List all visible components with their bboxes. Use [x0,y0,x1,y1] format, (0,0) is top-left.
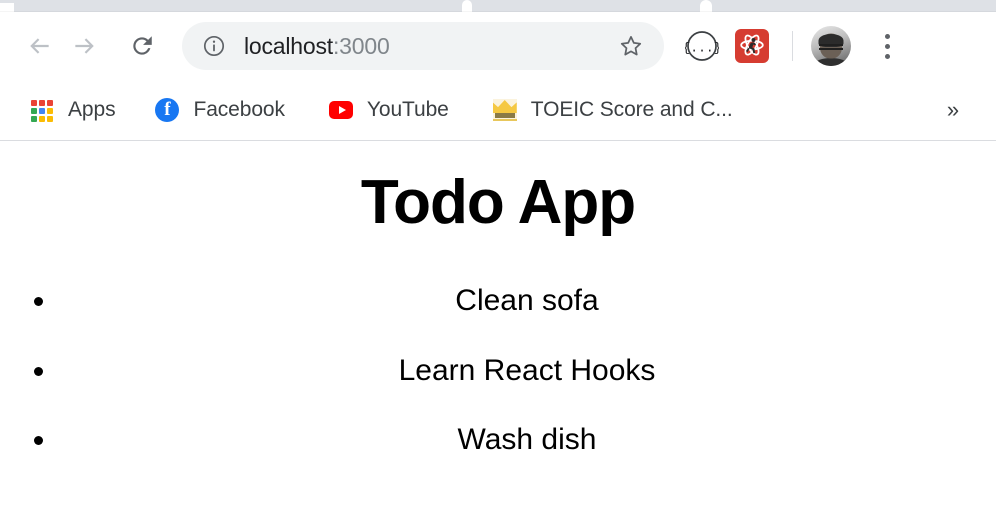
reload-icon [133,36,152,55]
list-item[interactable]: Wash dish [58,424,996,456]
bookmark-label: Apps [68,98,116,121]
forward-arrow-icon [75,38,94,54]
bookmarks-overflow-button[interactable]: » [936,93,970,127]
browser-toolbar: localhost:3000 {...} [0,12,996,80]
menu-dot [884,43,890,49]
avatar[interactable] [811,26,851,66]
url-host: localhost [244,32,333,59]
address-bar[interactable]: localhost:3000 [182,22,664,70]
bookmark-facebook[interactable]: Facebook [147,92,292,128]
bookmark-apps[interactable]: Apps [22,92,123,128]
bookmark-youtube[interactable]: YouTube [321,92,457,128]
bookmark-label: Facebook [193,98,285,121]
forward-button[interactable] [62,24,106,68]
toolbar-divider [792,31,793,61]
back-button[interactable] [18,24,62,68]
bookmark-label: YouTube [366,98,449,121]
json-viewer-icon: {...} [685,31,719,61]
menu-dot [884,33,890,39]
tab-strip [0,0,996,12]
back-arrow-icon [30,38,49,54]
bookmarks-bar: Apps Facebook YouTube TOEIC Score and C.… [0,80,996,140]
react-logo-icon [735,29,769,63]
bookmark-toeic[interactable]: TOEIC Score and C... [485,92,741,128]
url-text[interactable]: localhost:3000 [244,33,614,60]
three-dot-menu-icon[interactable] [865,24,909,68]
svg-text:{...}: {...} [685,41,719,56]
react-devtools-extension-button[interactable] [730,24,774,68]
youtube-icon [328,98,353,122]
list-item[interactable]: Learn React Hooks [58,355,996,387]
avatar-body [815,58,847,66]
info-circle-icon[interactable] [202,34,226,58]
bookmark-label: TOEIC Score and C... [530,98,733,121]
menu-dot [884,53,890,59]
apps-grid-icon [30,98,54,122]
avatar-glasses [819,44,843,50]
json-viewer-extension-button[interactable]: {...} [680,24,724,68]
toeic-icon [492,98,517,122]
list-item[interactable]: Clean sofa [58,285,996,317]
todo-list: Clean sofa Learn React Hooks Wash dish [0,285,996,456]
bookmark-star-icon[interactable] [614,29,648,63]
reload-button[interactable] [120,24,164,68]
browser-window: localhost:3000 {...} [0,0,996,524]
page-content: Todo App Clean sofa Learn React Hooks Wa… [0,141,996,524]
url-port: :3000 [332,32,390,59]
facebook-icon [155,98,180,122]
page-title: Todo App [360,168,636,237]
